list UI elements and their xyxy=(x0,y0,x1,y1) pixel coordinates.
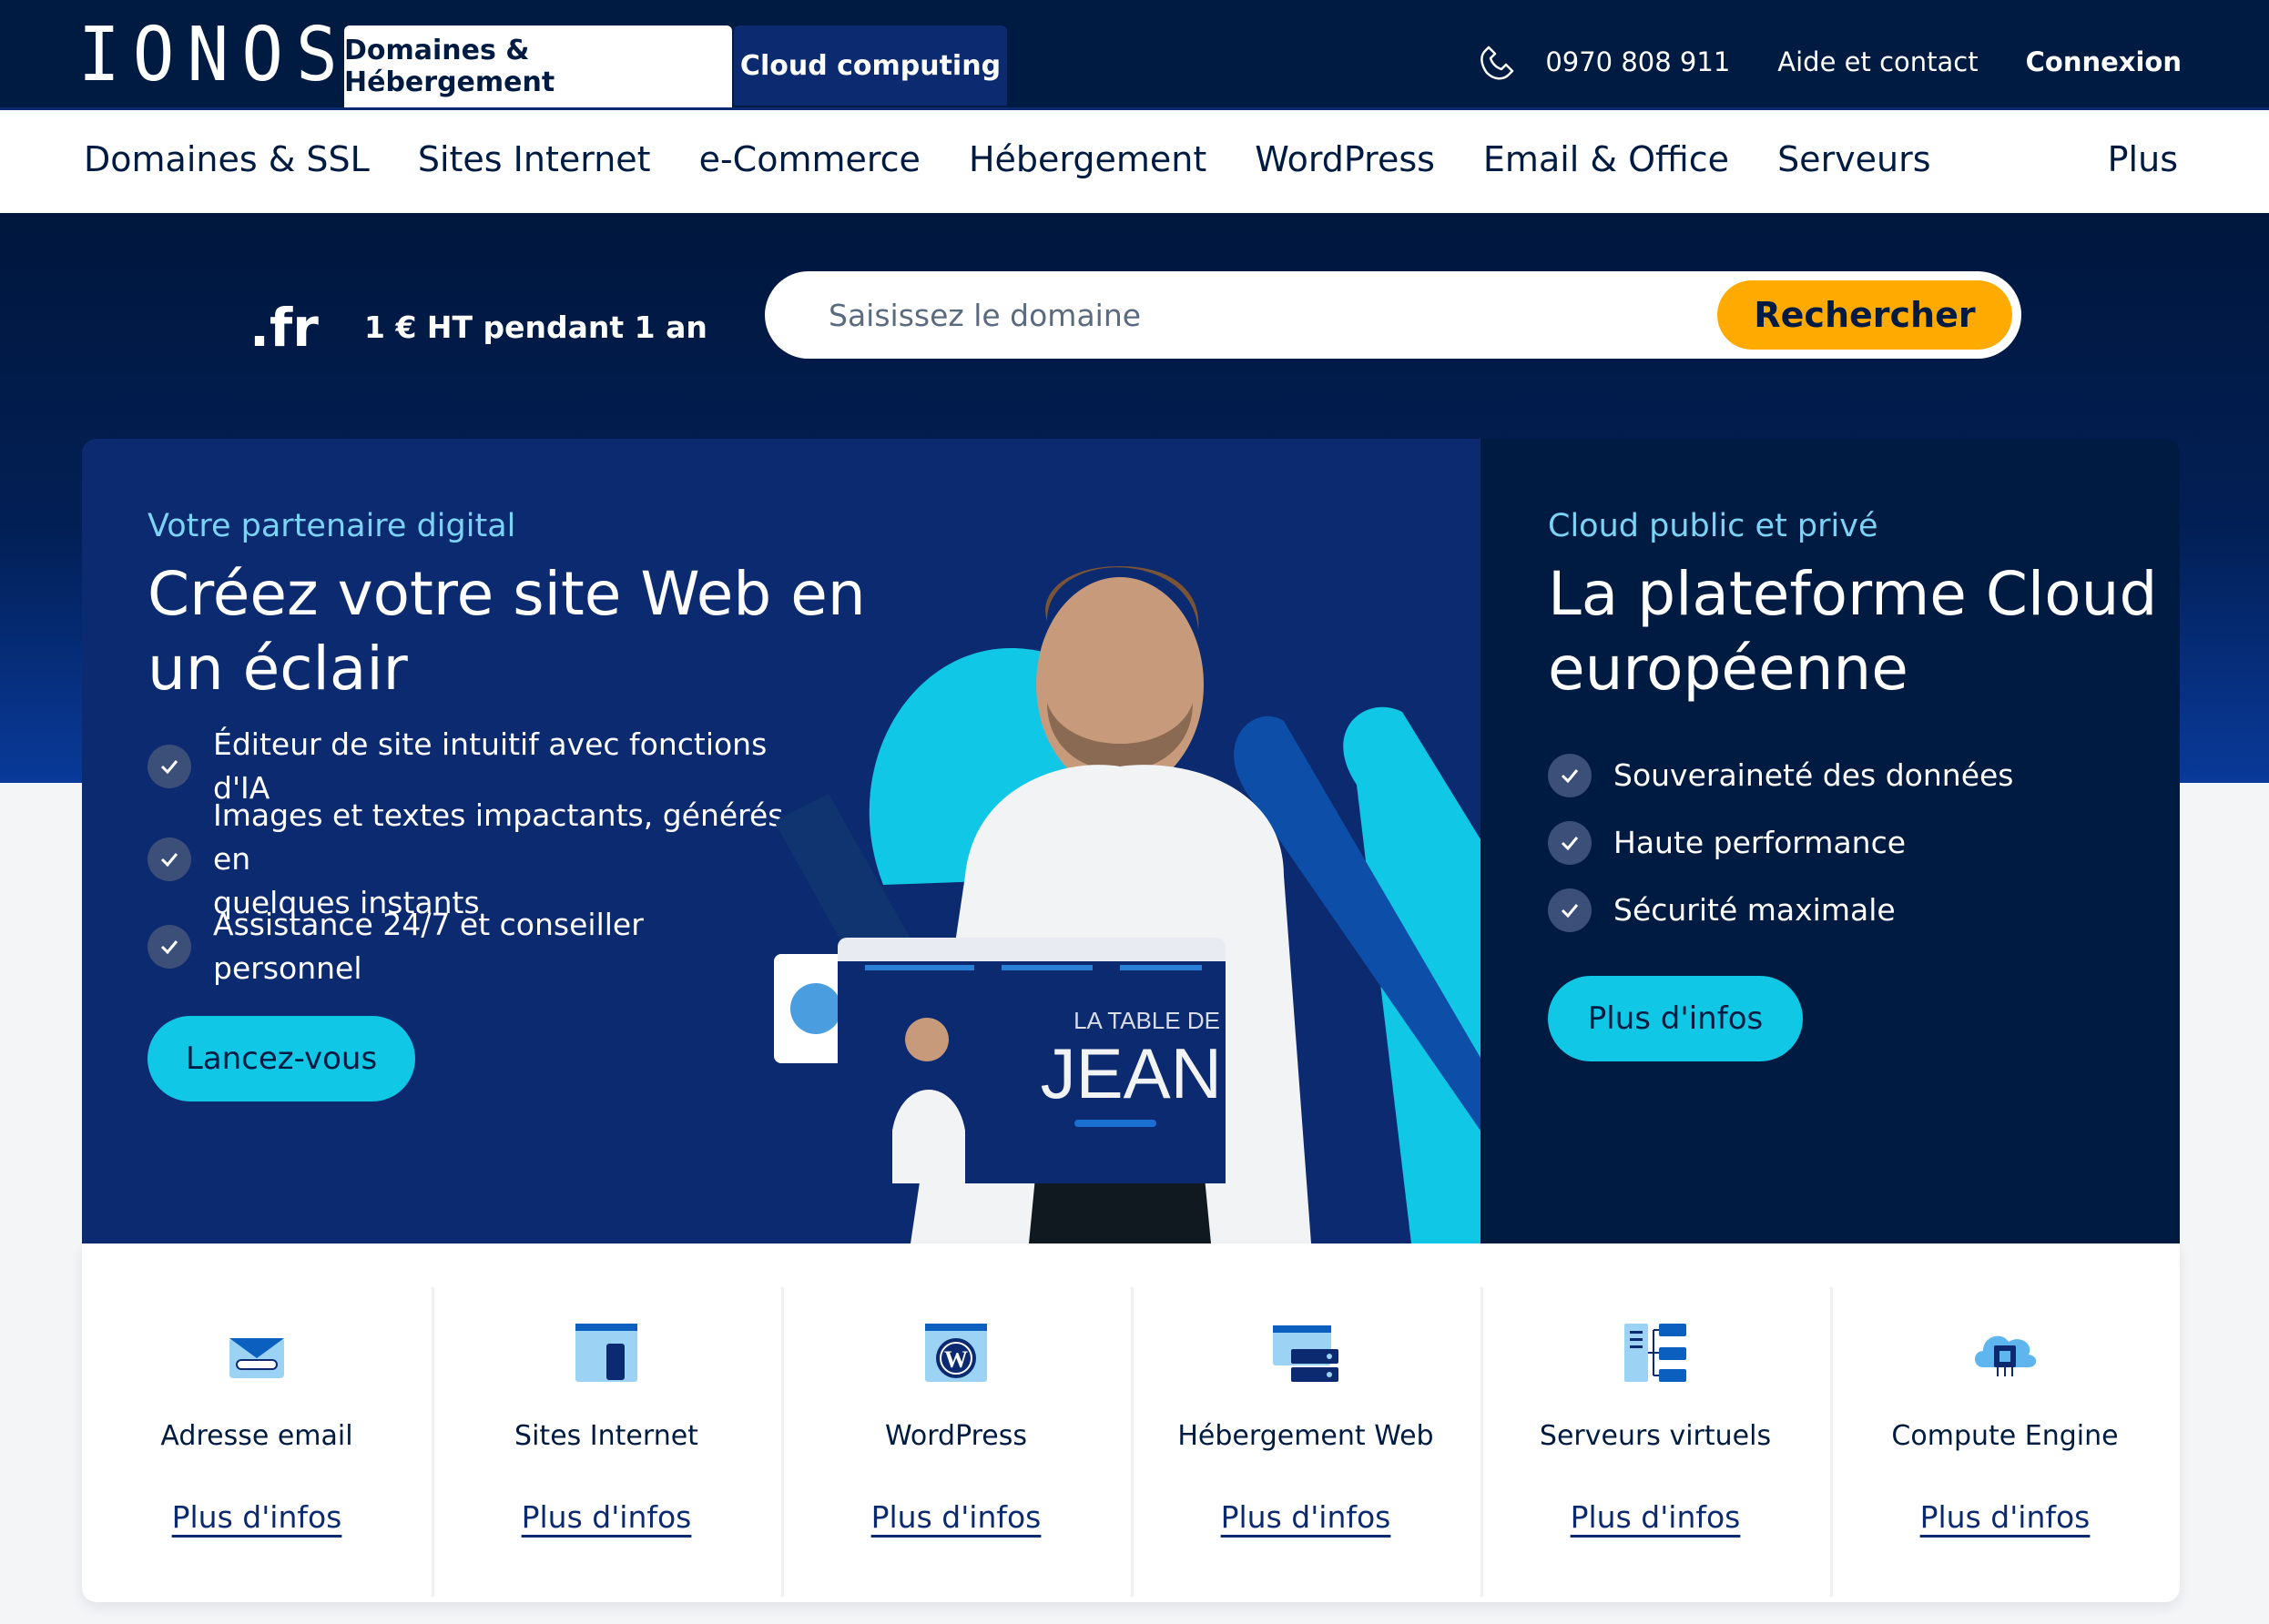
product-more-info-link[interactable]: Plus d'infos xyxy=(172,1499,342,1535)
product-tile-email: Adresse email Plus d'infos xyxy=(82,1243,432,1602)
hero-right-headline-line2: européenne xyxy=(1548,634,1908,704)
nav-item-hebergement[interactable]: Hébergement xyxy=(969,139,1206,179)
product-title: Compute Engine xyxy=(1891,1420,2119,1452)
wordpress-icon: W xyxy=(925,1324,987,1382)
nav-item-serveurs[interactable]: Serveurs xyxy=(1777,139,1931,179)
tld-promo: 1 € HT pendant 1 an xyxy=(364,310,707,345)
main-nav: Domaines & SSL Sites Internet e-Commerce… xyxy=(0,107,2269,213)
hero-right-bullet: Haute performance xyxy=(1548,821,2014,865)
hosting-icon xyxy=(1273,1325,1338,1382)
product-tile-websites: Sites Internet Plus d'infos xyxy=(432,1243,781,1602)
check-icon xyxy=(148,837,191,881)
product-more-info-link[interactable]: Plus d'infos xyxy=(871,1499,1042,1535)
mockup-title-small: LA TABLE DE xyxy=(1073,1007,1220,1034)
hero-right-bullet-text: Souveraineté des données xyxy=(1613,757,2014,793)
product-title: Sites Internet xyxy=(514,1420,698,1452)
product-title: WordPress xyxy=(884,1420,1028,1452)
email-icon xyxy=(229,1338,284,1378)
check-icon xyxy=(1548,754,1592,797)
hero-left-headline-line2: un éclair xyxy=(148,634,408,704)
nav-item-e-commerce[interactable]: e-Commerce xyxy=(699,139,921,179)
help-contact-link[interactable]: Aide et contact xyxy=(1777,46,1978,77)
hero-left-eyebrow: Votre partenaire digital xyxy=(148,508,516,544)
cloud-more-info-button[interactable]: Plus d'infos xyxy=(1548,976,1803,1061)
hero-right-eyebrow: Cloud public et privé xyxy=(1548,508,1878,544)
hero-right-bullet: Souveraineté des données xyxy=(1548,754,2014,797)
website-icon xyxy=(575,1324,637,1382)
ionos-logo[interactable]: IONOS xyxy=(78,16,351,92)
hero-left-bullet-line1: Images et textes impactants, générés en xyxy=(213,797,784,877)
main-nav-items: Domaines & SSL Sites Internet e-Commerce… xyxy=(84,139,1931,179)
domain-search-input[interactable] xyxy=(829,271,1648,359)
hero-left-bullet-text: Assistance 24/7 et conseiller personnel xyxy=(213,907,644,986)
hero-card-website: Votre partenaire digital Créez votre sit… xyxy=(82,439,1480,1243)
tld-label: .fr xyxy=(249,297,319,359)
product-more-info-link[interactable]: Plus d'infos xyxy=(1221,1499,1391,1535)
tab-domaines-hebergement[interactable]: Domaines & Hébergement xyxy=(344,25,732,107)
product-tile-web-hosting: Hébergement Web Plus d'infos xyxy=(1131,1243,1480,1602)
nav-item-email-office[interactable]: Email & Office xyxy=(1483,139,1729,179)
phone-icon xyxy=(1480,46,1514,80)
phone-link[interactable]: 0970 808 911 xyxy=(1474,38,1730,86)
product-more-info-link[interactable]: Plus d'infos xyxy=(522,1499,692,1535)
login-link[interactable]: Connexion xyxy=(2026,46,2182,77)
domain-search-bar: Rechercher xyxy=(765,271,2021,359)
compute-engine-icon xyxy=(1975,1335,2037,1376)
top-right-links: 0970 808 911 Aide et contact Connexion xyxy=(1474,36,2182,87)
search-button[interactable]: Rechercher xyxy=(1717,280,2012,350)
hero-right-headline: La plateforme Cloud européenne xyxy=(1548,557,2157,706)
product-tiles: Adresse email Plus d'infos Sites Interne… xyxy=(82,1243,2180,1602)
check-icon xyxy=(148,745,191,788)
svg-text:W: W xyxy=(944,1346,968,1373)
product-more-info-link[interactable]: Plus d'infos xyxy=(1920,1499,2091,1535)
product-title: Hébergement Web xyxy=(1177,1420,1434,1452)
hero-right-bullet-text: Sécurité maximale xyxy=(1613,892,1896,928)
nav-item-plus[interactable]: Plus xyxy=(2108,139,2178,179)
product-tile-compute-engine: Compute Engine Plus d'infos xyxy=(1830,1243,2180,1602)
tab-cloud-computing[interactable]: Cloud computing xyxy=(734,25,1007,106)
hero-left-bullet: Images et textes impactants, générés en … xyxy=(148,797,785,920)
hero-left-bullet: Assistance 24/7 et conseiller personnel xyxy=(148,907,785,986)
hero-left-bullet: Éditeur de site intuitif avec fonctions … xyxy=(148,726,785,806)
hero-left-bullets: Éditeur de site intuitif avec fonctions … xyxy=(148,726,785,986)
virtual-server-icon xyxy=(1624,1324,1686,1382)
product-tile-virtual-servers: Serveurs virtuels Plus d'infos xyxy=(1480,1243,1830,1602)
check-icon xyxy=(1548,821,1592,865)
hero-right-bullet: Sécurité maximale xyxy=(1548,888,2014,932)
product-more-info-link[interactable]: Plus d'infos xyxy=(1571,1499,1741,1535)
hero-right-bullets: Souveraineté des données Haute performan… xyxy=(1548,754,2014,932)
product-title: Adresse email xyxy=(160,1420,353,1452)
hero-right-headline-line1: La plateforme Cloud xyxy=(1548,559,2158,629)
check-icon xyxy=(148,925,191,969)
nav-item-domaines-ssl[interactable]: Domaines & SSL xyxy=(84,139,370,179)
phone-number: 0970 808 911 xyxy=(1545,46,1731,77)
hero-left-headline-line1: Créez votre site Web en xyxy=(148,559,866,629)
hero-left-headline: Créez votre site Web en un éclair xyxy=(148,557,866,706)
hero-card-cloud: Cloud public et privé La plateforme Clou… xyxy=(1480,439,2180,1243)
get-started-button[interactable]: Lancez-vous xyxy=(148,1016,415,1101)
check-icon xyxy=(1548,888,1592,932)
hero-right-bullet-text: Haute performance xyxy=(1613,825,1907,860)
mockup-title-big: JEAN xyxy=(1041,1033,1222,1113)
nav-item-sites-internet[interactable]: Sites Internet xyxy=(418,139,651,179)
top-bar: IONOS Domaines & Hébergement Cloud compu… xyxy=(0,0,2269,107)
product-title: Serveurs virtuels xyxy=(1539,1420,1772,1452)
nav-item-wordpress[interactable]: WordPress xyxy=(1255,139,1435,179)
chef-hero-illustration: LA TABLE DE JEAN xyxy=(774,566,1480,1243)
product-tile-wordpress: W WordPress Plus d'infos xyxy=(781,1243,1131,1602)
